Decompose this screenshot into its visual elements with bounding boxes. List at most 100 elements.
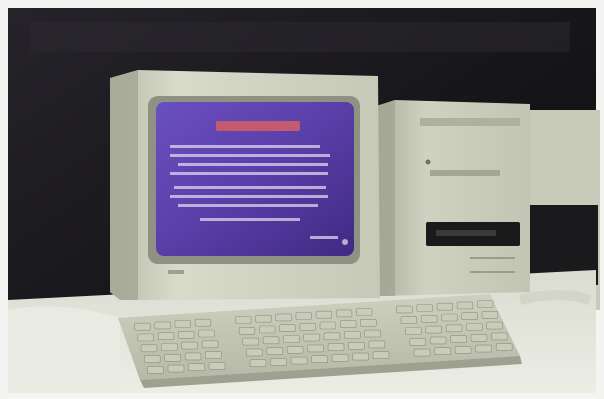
- keyboard-key: [205, 351, 222, 359]
- keyboard-key: [208, 362, 226, 370]
- keyboard-key: [409, 337, 426, 346]
- power-led: [425, 159, 431, 165]
- keyboard-key: [486, 321, 503, 330]
- screen-text-line: [170, 195, 328, 198]
- keyboard-key: [266, 347, 283, 355]
- keyboard-key: [425, 325, 442, 334]
- desk-paper: [8, 306, 120, 393]
- screen-text-line: [170, 172, 328, 175]
- keyboard-key: [275, 313, 292, 322]
- keyboard-key: [416, 304, 433, 312]
- keyboard-key: [475, 344, 493, 353]
- keyboard-key: [147, 366, 164, 374]
- keyboard-key: [144, 355, 161, 363]
- keyboard-key: [295, 312, 312, 320]
- keyboard-key: [198, 329, 215, 338]
- keyboard-key: [400, 316, 418, 325]
- keyboard-key: [348, 341, 365, 350]
- keyboard-key: [456, 301, 474, 310]
- keyboard-key: [246, 348, 263, 357]
- keyboard-key: [188, 363, 205, 372]
- keyboard-key: [319, 321, 337, 330]
- keyboard-key: [178, 330, 195, 339]
- keyboard-key: [429, 336, 447, 345]
- keyboard-key: [339, 320, 357, 329]
- keyboard-key: [470, 333, 488, 342]
- keyboard-key: [466, 323, 483, 331]
- keyboard-key: [372, 351, 390, 360]
- keyboard-key: [335, 309, 353, 318]
- tower-case: [370, 100, 530, 296]
- keyboard-key: [323, 332, 341, 341]
- keyboard-key: [481, 310, 499, 319]
- keyboard-key: [167, 364, 185, 373]
- keyboard-key: [299, 322, 316, 331]
- keyboard-key: [137, 333, 154, 342]
- keyboard-key: [461, 312, 478, 321]
- keyboard-key: [290, 356, 308, 365]
- mouse-pad-edge: [518, 290, 592, 305]
- keyboard-key: [140, 344, 158, 353]
- keyboard-key: [161, 343, 178, 351]
- keyboard-key: [344, 331, 361, 339]
- keyboard-key: [134, 322, 151, 331]
- keyboard-key: [307, 344, 324, 353]
- keyboard-key: [413, 348, 431, 357]
- floppy-drive-opening: [436, 230, 496, 236]
- keyboard-key: [238, 326, 256, 335]
- backdrop-band: [30, 22, 570, 52]
- keyboard-key: [201, 340, 219, 349]
- keyboard-key: [331, 354, 349, 362]
- keyboard-key: [396, 305, 413, 314]
- keyboard-key: [279, 324, 296, 333]
- keyboard-key: [434, 347, 451, 356]
- monitor-side: [110, 70, 138, 300]
- keyboard-key: [311, 355, 328, 364]
- screen-text-line: [178, 163, 328, 166]
- screen-text-line: [178, 204, 318, 207]
- keyboard-key: [355, 308, 373, 316]
- keyboard-key: [405, 327, 422, 335]
- keyboard-key: [283, 335, 300, 343]
- keyboard-key: [242, 337, 259, 346]
- keyboard-key: [327, 343, 345, 351]
- keyboard-key: [255, 314, 272, 323]
- keyboard-key: [368, 340, 386, 349]
- monitor: [110, 70, 380, 300]
- screen-text-line: [200, 218, 300, 221]
- keyboard-key: [420, 314, 438, 323]
- screen-text-line: [310, 236, 338, 239]
- screen-text-line: [174, 186, 326, 189]
- keyboard-key: [262, 336, 280, 345]
- keyboard-key: [174, 320, 191, 328]
- keyboard-key: [454, 346, 472, 354]
- screen-title-bar: [216, 121, 300, 131]
- keyboard-key: [249, 359, 267, 368]
- keyboard-key: [184, 352, 202, 361]
- keyboard-key: [491, 332, 508, 341]
- computer-photo: [0, 0, 604, 399]
- keyboard-key: [352, 352, 369, 361]
- keyboard-key: [235, 316, 252, 324]
- keyboard-key: [436, 302, 453, 311]
- keyboard-key: [360, 318, 377, 327]
- keyboard-key: [445, 324, 463, 333]
- keyboard-key: [495, 343, 513, 352]
- keyboard-key: [476, 300, 494, 308]
- monitor-badge: [168, 270, 184, 274]
- tower-drive-bay-top: [420, 118, 520, 126]
- keyboard-key: [181, 341, 198, 350]
- screen-cursor: [342, 239, 348, 245]
- keyboard-key: [450, 335, 467, 343]
- keyboard-key: [154, 321, 171, 330]
- keyboard-key: [303, 333, 320, 342]
- keyboard-key: [286, 345, 304, 354]
- keyboard-key: [258, 325, 276, 334]
- keyboard-key: [157, 332, 175, 341]
- screen-text-line: [170, 154, 330, 157]
- keyboard-key: [164, 353, 181, 362]
- tower-drive-bay: [430, 170, 500, 176]
- keyboard-key: [270, 358, 287, 366]
- keyboard-key: [364, 329, 381, 338]
- photo-canvas: [0, 0, 604, 399]
